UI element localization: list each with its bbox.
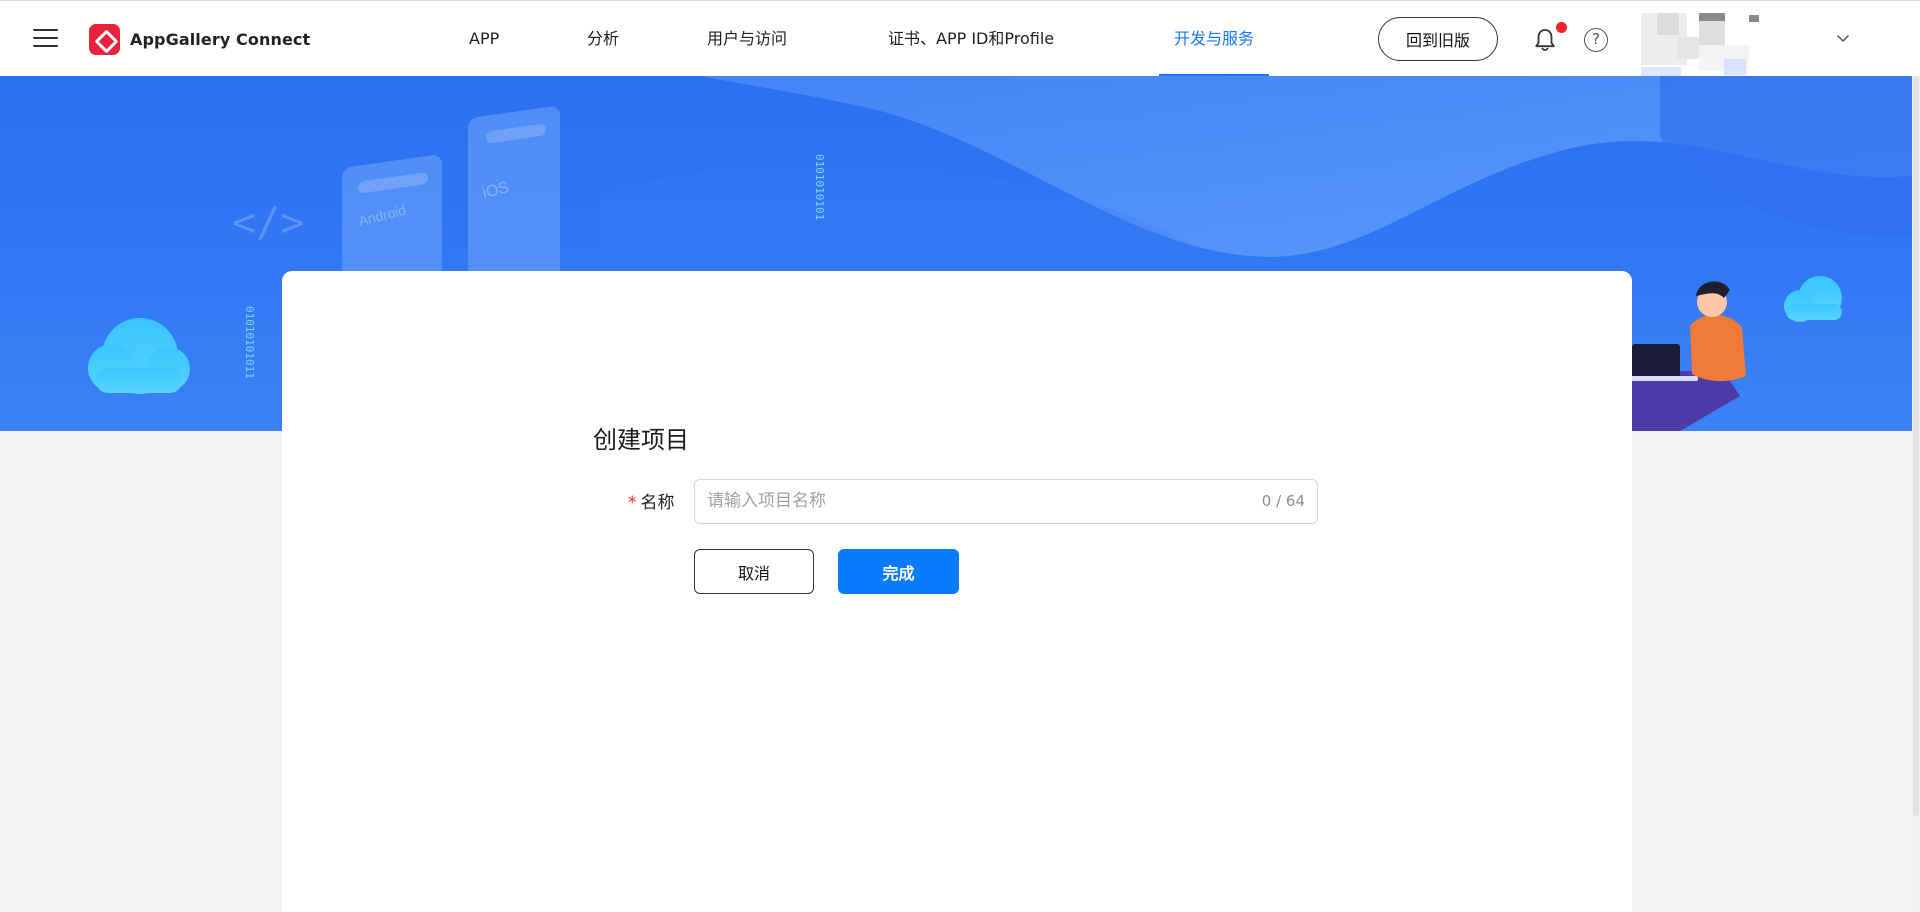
- nav-item-app[interactable]: APP: [469, 1, 499, 77]
- svg-text:0101010101: 0101010101: [813, 154, 826, 220]
- name-label: * 名称: [628, 488, 675, 513]
- page-scrollbar[interactable]: [1912, 76, 1920, 912]
- svg-text:01010101011: 01010101011: [243, 306, 256, 379]
- nav-item-certificates[interactable]: 证书、APP ID和Profile: [888, 1, 1054, 77]
- brand-name: AppGallery Connect: [130, 29, 311, 49]
- bell-icon[interactable]: [1532, 27, 1558, 53]
- help-icon[interactable]: ?: [1584, 28, 1608, 52]
- appgallery-logo-icon: [89, 23, 120, 55]
- name-label-text: 名称: [640, 493, 675, 513]
- nav-item-analytics[interactable]: 分析: [587, 1, 619, 77]
- chevron-down-icon[interactable]: [1836, 31, 1850, 45]
- person-illustration: [1620, 281, 1746, 431]
- required-mark: *: [628, 493, 637, 513]
- cloud-right: [1784, 276, 1842, 322]
- top-navigation-bar: AppGallery Connect APP 分析 用户与访问 证书、APP I…: [0, 0, 1920, 77]
- page-title: 创建项目: [593, 426, 689, 454]
- nav-item-users-access[interactable]: 用户与访问: [707, 1, 787, 77]
- nav-item-dev-services[interactable]: 开发与服务: [1158, 1, 1270, 77]
- scrollbar-thumb[interactable]: [1913, 76, 1919, 816]
- cancel-button[interactable]: 取消: [694, 549, 814, 594]
- project-name-field[interactable]: 0 / 64: [694, 479, 1318, 524]
- done-button[interactable]: 完成: [838, 549, 959, 594]
- code-glyph: </>: [232, 200, 304, 246]
- menu-icon[interactable]: [33, 28, 58, 49]
- back-to-old-version-button[interactable]: 回到旧版: [1378, 17, 1498, 61]
- brand[interactable]: AppGallery Connect: [89, 23, 310, 55]
- character-counter: 0 / 64: [1261, 492, 1305, 510]
- project-name-input[interactable]: [707, 480, 1227, 522]
- notification-dot: [1556, 22, 1567, 33]
- cloud-left: [88, 318, 190, 394]
